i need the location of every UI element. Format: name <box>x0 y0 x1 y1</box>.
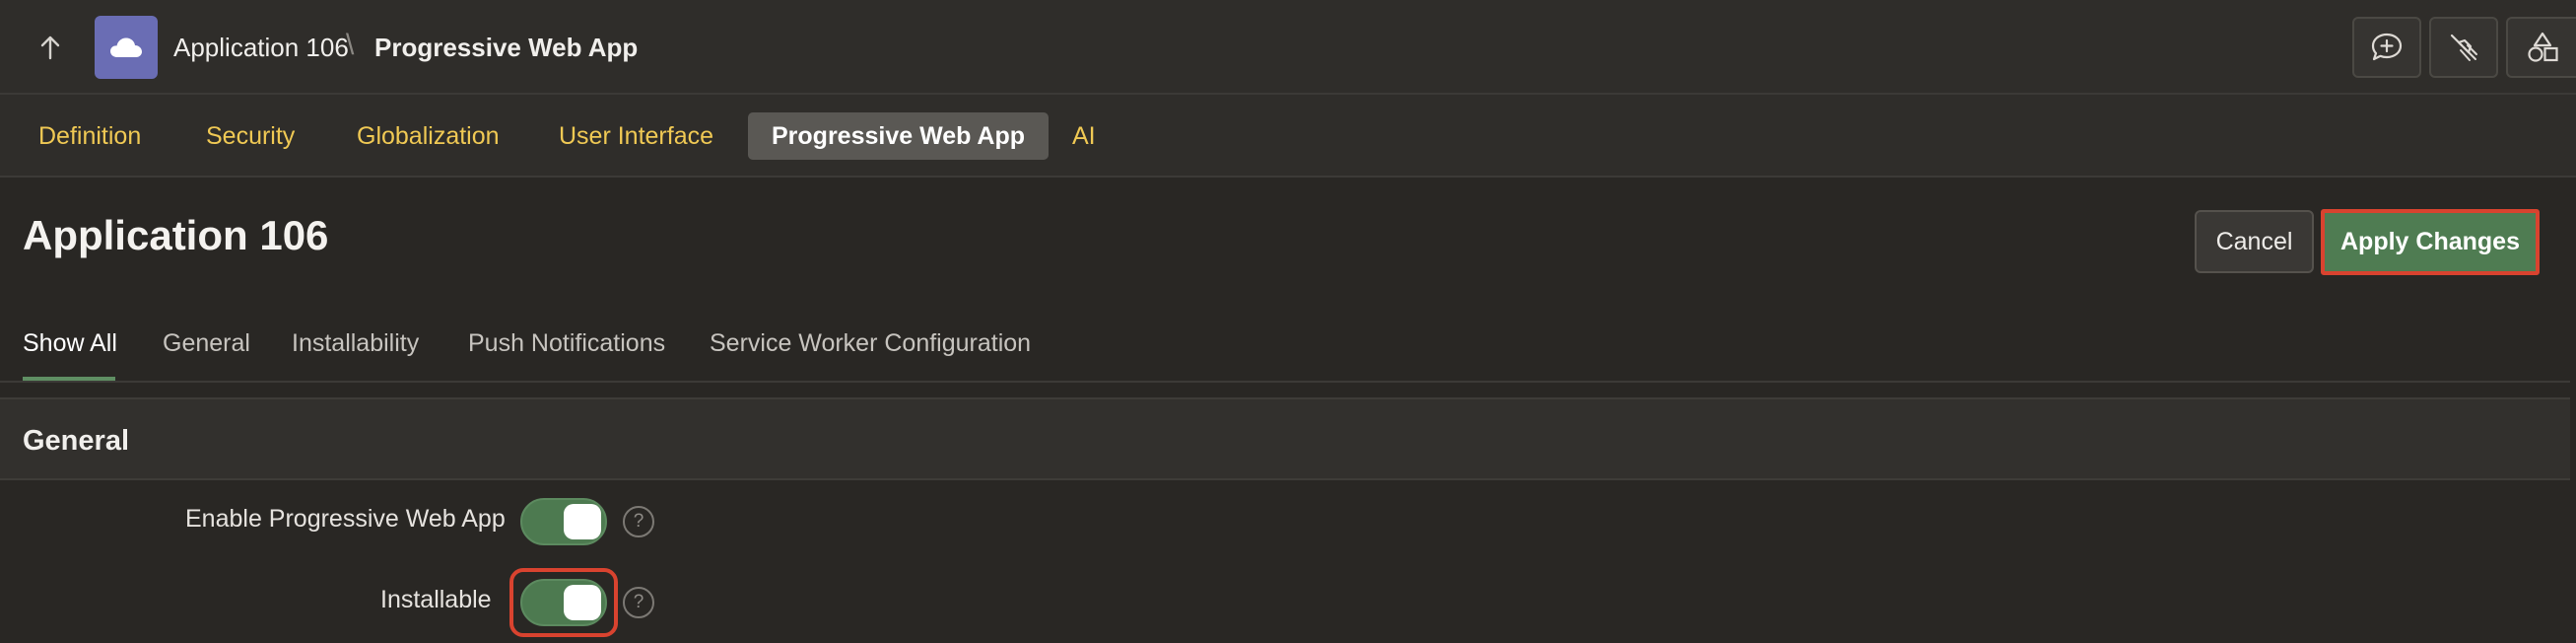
active-tab-indicator <box>23 377 115 381</box>
comment-plus-icon <box>2371 33 2403 61</box>
app-icon <box>95 16 158 79</box>
tab-progressive-web-app[interactable]: Progressive Web App <box>748 112 1050 160</box>
tab-installability[interactable]: Installability <box>292 329 419 358</box>
toggle-knob <box>564 504 601 539</box>
clear-cache-button[interactable] <box>2429 17 2498 78</box>
section-header-general: General <box>0 397 2570 480</box>
primary-tab-bar: Definition Security Globalization User I… <box>0 95 2576 178</box>
tab-ai[interactable]: AI <box>1072 112 1096 160</box>
tab-user-interface[interactable]: User Interface <box>559 112 713 160</box>
cloud-icon <box>110 37 142 57</box>
breadcrumb-separator: \ <box>346 29 355 61</box>
breadcrumb-current-page: Progressive Web App <box>374 33 639 62</box>
toggle-knob <box>564 585 601 620</box>
section-title: General <box>23 425 129 457</box>
top-header-bar: Application 106 \ Progressive Web App <box>0 0 2576 95</box>
region-tab-bar: Show All General Installability Push Not… <box>0 316 2570 383</box>
breadcrumb-application[interactable]: Application 106 <box>173 30 349 65</box>
shared-components-button[interactable] <box>2506 17 2576 78</box>
tab-general[interactable]: General <box>163 329 250 358</box>
help-icon[interactable]: ? <box>623 506 654 537</box>
developer-comment-button[interactable] <box>2352 17 2421 78</box>
installable-toggle[interactable] <box>520 579 607 626</box>
tab-security[interactable]: Security <box>206 112 295 160</box>
field-label-installable: Installable <box>380 586 492 613</box>
tab-definition[interactable]: Definition <box>38 112 141 160</box>
up-arrow-button[interactable] <box>28 28 73 67</box>
field-label-enable-pwa: Enable Progressive Web App <box>185 505 506 533</box>
cancel-button[interactable]: Cancel <box>2195 210 2314 273</box>
tab-show-all[interactable]: Show All <box>23 329 117 358</box>
tab-service-worker-configuration[interactable]: Service Worker Configuration <box>710 329 1031 358</box>
broom-icon <box>2450 34 2477 61</box>
tab-push-notifications[interactable]: Push Notifications <box>468 329 665 358</box>
up-arrow-icon <box>40 36 60 60</box>
tab-globalization[interactable]: Globalization <box>357 112 500 160</box>
enable-pwa-toggle[interactable] <box>520 498 607 545</box>
help-icon[interactable]: ? <box>623 587 654 618</box>
apply-changes-button[interactable]: Apply Changes <box>2321 209 2540 275</box>
shapes-icon <box>2527 32 2558 62</box>
page-title: Application 106 <box>23 212 329 258</box>
